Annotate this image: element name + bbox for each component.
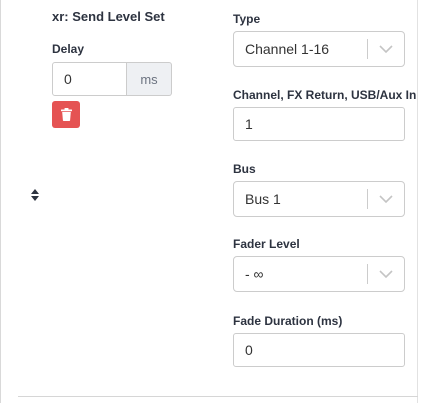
chevron-down-icon[interactable] xyxy=(368,182,404,216)
action-title: xr: Send Level Set xyxy=(52,9,165,24)
chevron-down-icon[interactable] xyxy=(368,257,404,291)
delay-input[interactable] xyxy=(52,62,127,96)
type-select[interactable]: Channel 1-16 xyxy=(233,31,405,67)
fader-level-label: Fader Level xyxy=(233,237,300,251)
delay-unit-addon: ms xyxy=(127,62,172,96)
delay-label: Delay xyxy=(52,42,85,56)
bus-select[interactable]: Bus 1 xyxy=(233,181,405,217)
delay-input-group: ms xyxy=(52,62,172,96)
sort-icon[interactable] xyxy=(29,188,41,202)
fade-duration-label: Fade Duration (ms) xyxy=(233,314,343,328)
fader-level-value: - ∞ xyxy=(245,266,264,282)
divider xyxy=(18,396,418,397)
channel-label: Channel, FX Return, USB/Aux In xyxy=(233,88,417,102)
chevron-down-icon[interactable] xyxy=(368,32,404,66)
delete-action-button[interactable] xyxy=(52,101,80,128)
bus-select-value: Bus 1 xyxy=(245,191,281,207)
type-label: Type xyxy=(233,12,261,26)
channel-input[interactable] xyxy=(233,107,405,141)
fade-duration-input[interactable] xyxy=(233,333,405,367)
bus-label: Bus xyxy=(233,162,256,176)
trash-icon xyxy=(60,108,72,121)
fader-level-select[interactable]: - ∞ xyxy=(233,256,405,292)
type-select-value: Channel 1-16 xyxy=(245,41,330,57)
